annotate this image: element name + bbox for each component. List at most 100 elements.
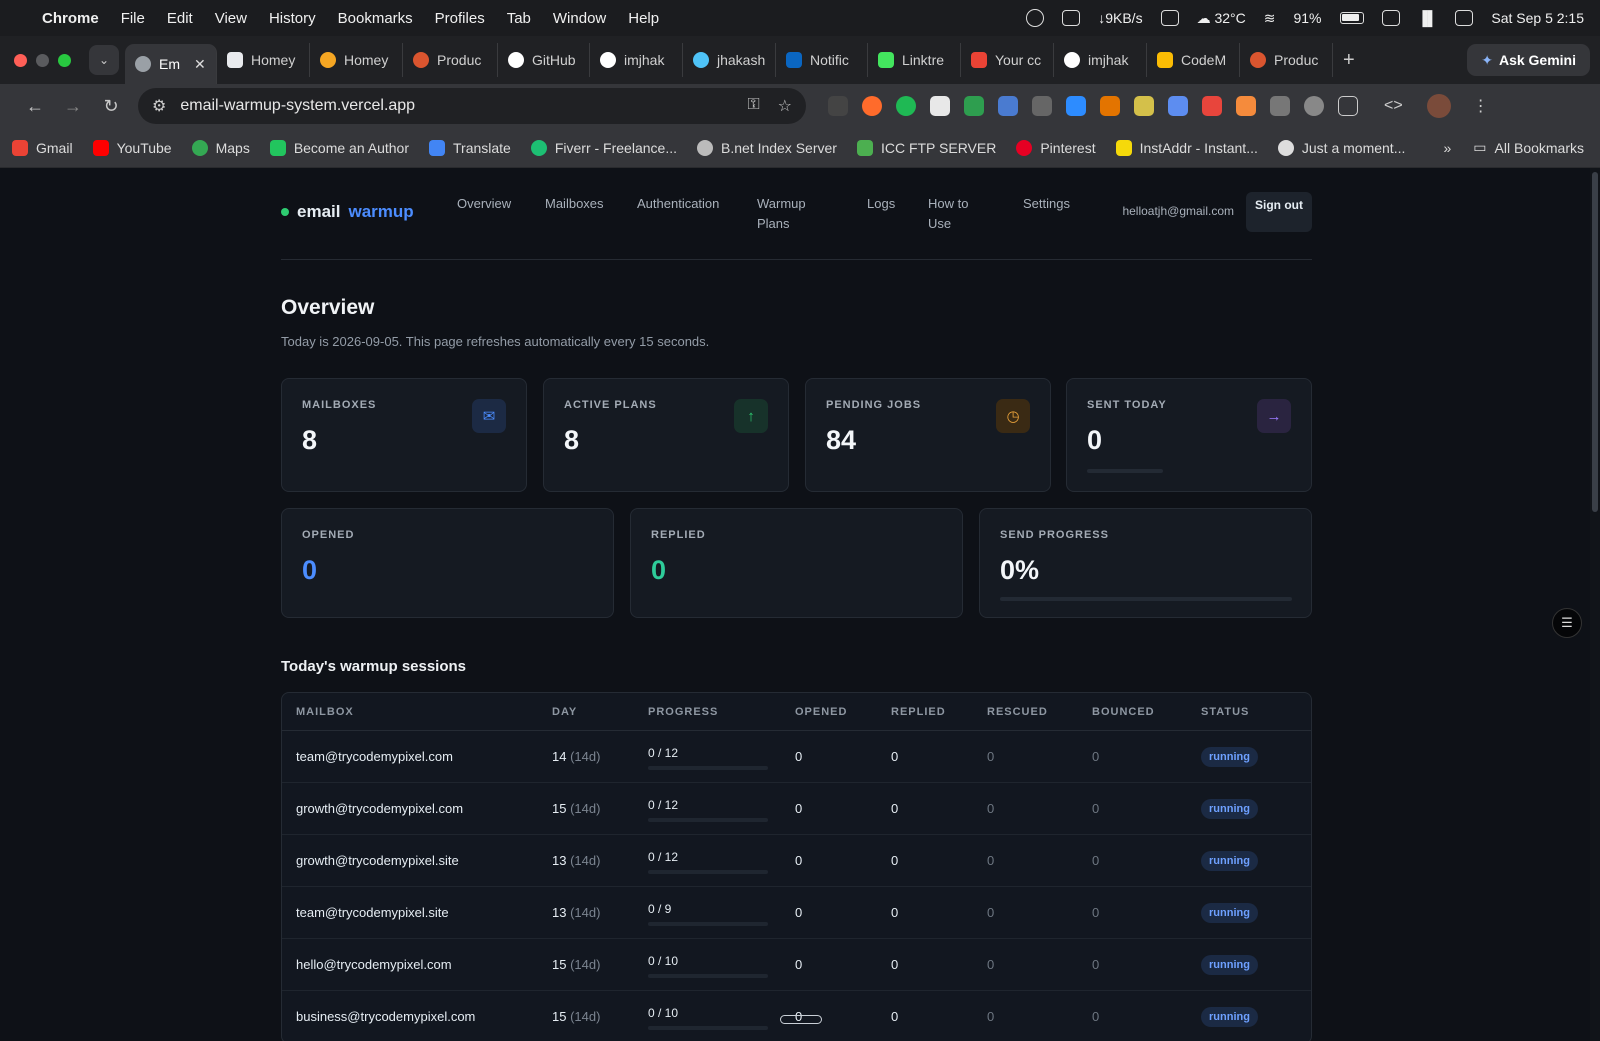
tab-linkedin-notifications[interactable]: Notific (776, 43, 868, 77)
menu-help[interactable]: Help (628, 10, 659, 27)
menu-bookmarks[interactable]: Bookmarks (338, 10, 413, 27)
extension-icon[interactable] (1270, 96, 1290, 116)
cell-mailbox[interactable]: team@trycodemypixel.site (282, 905, 552, 920)
password-key-icon[interactable]: ⚿ (747, 96, 759, 116)
bookmark-become-author[interactable]: Become an Author (269, 139, 409, 156)
bookmark-just-a-moment[interactable]: Just a moment... (1277, 139, 1405, 156)
tab-github[interactable]: GitHub (498, 43, 590, 77)
close-window-button[interactable] (14, 53, 27, 67)
scrollbar-thumb[interactable] (1592, 172, 1598, 512)
nav-authentication[interactable]: Authentication (637, 194, 757, 234)
tab-product-hunt-1[interactable]: Produc (403, 43, 498, 77)
extension-icon[interactable] (1134, 96, 1154, 116)
nav-settings[interactable]: Settings (1023, 194, 1093, 234)
shield-icon[interactable] (1304, 96, 1324, 116)
cell-mailbox[interactable]: growth@trycodemypixel.site (282, 853, 552, 868)
chatgpt-icon[interactable] (1026, 9, 1045, 27)
extension-icon[interactable] (1032, 96, 1052, 116)
horizontal-scroll-indicator[interactable] (780, 1015, 822, 1024)
bookmark-youtube[interactable]: YouTube (92, 139, 172, 156)
tab-imjhak-1[interactable]: imjhak (590, 43, 683, 77)
tab-codem[interactable]: CodeM (1147, 43, 1240, 77)
back-button[interactable]: ← (16, 96, 54, 117)
sign-out-button[interactable]: Sign out (1246, 192, 1312, 232)
nav-mailboxes[interactable]: Mailboxes (545, 194, 637, 234)
menu-edit[interactable]: Edit (167, 10, 193, 27)
site-settings-icon[interactable]: ⚙ (152, 96, 166, 116)
calendar-extension-icon[interactable] (998, 96, 1018, 116)
bookmark-maps[interactable]: Maps (191, 139, 250, 156)
battery-icon[interactable] (1339, 12, 1364, 24)
dictionary-extension-icon[interactable] (930, 96, 950, 116)
fx-extension-icon[interactable] (828, 96, 848, 116)
bookmark-gmail[interactable]: Gmail (12, 139, 73, 156)
tab-product-hunt-2[interactable]: Produc (1240, 43, 1333, 77)
cell-mailbox[interactable]: business@trycodemypixel.com (282, 1009, 552, 1024)
address-bar[interactable]: ⚙ email-warmup-system.vercel.app ⚿ ☆ (138, 88, 806, 124)
menu-file[interactable]: File (121, 10, 145, 27)
tab-linktree[interactable]: Linktre (868, 43, 961, 77)
extension-icon[interactable] (1100, 96, 1120, 116)
tab-gmail[interactable]: Your cc (961, 43, 1054, 77)
floating-filter-button[interactable]: ☰ (1552, 608, 1582, 638)
menu-window[interactable]: Window (553, 10, 606, 27)
page-scrollbar[interactable] (1590, 168, 1600, 1041)
clock[interactable]: Sat Sep 5 2:15 (1491, 10, 1584, 26)
cell-mailbox[interactable]: growth@trycodemypixel.com (282, 801, 552, 816)
tab-search-button[interactable]: ⌄ (89, 45, 119, 75)
menu-history[interactable]: History (269, 10, 316, 27)
skype-icon[interactable] (1160, 10, 1179, 26)
tab-email-warmup[interactable]: Em ✕ (125, 44, 217, 84)
bookmark-star-icon[interactable]: ☆ (778, 96, 792, 116)
forward-button[interactable]: → (54, 96, 92, 117)
bookmark-instaddr[interactable]: InstAddr - Instant... (1115, 139, 1258, 156)
tab-jhakash[interactable]: jhakash (683, 43, 776, 77)
tab-imjhak-2[interactable]: imjhak (1054, 43, 1147, 77)
cell-mailbox[interactable]: hello@trycodemypixel.com (282, 957, 552, 972)
extension-icon[interactable] (964, 96, 984, 116)
nav-warmup-plans[interactable]: Warmup Plans (757, 194, 837, 234)
zoom-window-button[interactable] (58, 53, 71, 67)
tab-homey-2[interactable]: Homey (310, 43, 403, 77)
wifi-icon[interactable]: ≋ (1264, 10, 1276, 27)
bookmark-translate[interactable]: Translate (429, 139, 511, 156)
close-icon[interactable]: ✕ (194, 56, 206, 73)
nav-overview[interactable]: Overview (457, 194, 545, 234)
more-bookmarks-icon[interactable]: » (1444, 140, 1452, 156)
bookmark-fiverr[interactable]: Fiverr - Freelance... (530, 139, 677, 156)
tab-homey-1[interactable]: Homey (217, 43, 310, 77)
puzzle-icon[interactable] (1338, 96, 1358, 116)
menu-profiles[interactable]: Profiles (435, 10, 485, 27)
bookmark-label: Fiverr - Freelance... (554, 139, 677, 156)
extension-icon[interactable] (896, 96, 916, 116)
menu-kebab-icon[interactable]: ⋮ (1473, 96, 1489, 116)
extension-icon[interactable] (862, 96, 882, 116)
bookmark-bnet-index[interactable]: B.net Index Server (696, 139, 837, 156)
app-logo[interactable]: email warmup (281, 202, 457, 222)
weather[interactable]: ☁ 32°C (1197, 10, 1246, 27)
all-bookmarks[interactable]: ▭ All Bookmarks (1473, 139, 1584, 156)
url-text[interactable]: email-warmup-system.vercel.app (180, 97, 415, 115)
menu-tab[interactable]: Tab (507, 10, 531, 27)
input-source-icon[interactable] (1062, 10, 1081, 26)
menu-app-name[interactable]: Chrome (42, 10, 99, 27)
code-icon[interactable]: <> (1384, 97, 1403, 115)
display-icon[interactable] (1381, 10, 1400, 26)
bookmark-icc-ftp[interactable]: ICC FTP SERVER (856, 139, 996, 156)
stats-icon[interactable]: ▐▌ (1418, 10, 1438, 26)
profile-avatar[interactable] (1426, 94, 1451, 118)
save-extension-icon[interactable] (1168, 96, 1188, 116)
menu-view[interactable]: View (215, 10, 247, 27)
bookmark-pinterest[interactable]: Pinterest (1016, 139, 1096, 156)
extension-icon[interactable] (1236, 96, 1256, 116)
cell-mailbox[interactable]: team@trycodemypixel.com (282, 749, 552, 764)
reload-button[interactable]: ↻ (92, 96, 130, 117)
zoom-extension-icon[interactable] (1066, 96, 1086, 116)
new-tab-button[interactable]: + (1343, 49, 1355, 72)
nav-logs[interactable]: Logs (867, 194, 928, 234)
control-center-icon[interactable] (1455, 10, 1474, 26)
nav-how-to-use[interactable]: How to Use (928, 194, 976, 234)
ask-gemini-button[interactable]: ✦ Ask Gemini (1467, 44, 1590, 76)
extension-icon[interactable] (1202, 96, 1222, 116)
minimize-window-button[interactable] (36, 53, 49, 67)
